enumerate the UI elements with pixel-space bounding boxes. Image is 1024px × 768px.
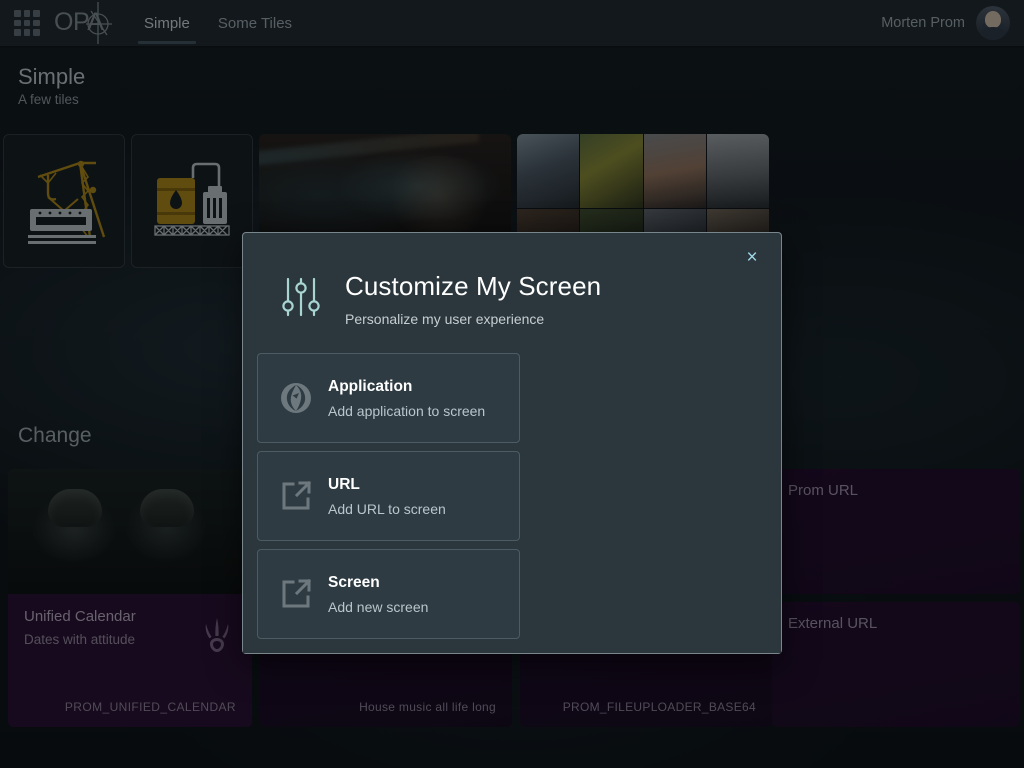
rebel-emblem-icon (280, 382, 312, 414)
option-url[interactable]: URL Add URL to screen (257, 451, 520, 541)
customize-screen-modal: × Customize My Screen (242, 232, 782, 654)
option-text: URL Add URL to screen (328, 476, 446, 517)
sliders-icon (281, 275, 321, 319)
external-link-icon (280, 480, 312, 512)
close-icon[interactable]: × (739, 244, 765, 270)
option-text: Screen Add new screen (328, 574, 428, 615)
option-title: URL (328, 476, 446, 494)
option-icon-wrap (274, 578, 318, 610)
option-title: Application (328, 378, 485, 396)
option-icon-wrap (274, 480, 318, 512)
modal-subtitle: Personalize my user experience (345, 311, 601, 327)
app-root: Simple A few tiles (0, 0, 1024, 768)
option-title: Screen (328, 574, 428, 592)
modal-header-text: Customize My Screen Personalize my user … (345, 271, 601, 327)
option-icon-wrap (274, 382, 318, 414)
option-application[interactable]: Application Add application to screen (257, 353, 520, 443)
external-link-icon (280, 578, 312, 610)
option-text: Application Add application to screen (328, 378, 485, 419)
modal-icon-wrap (281, 271, 325, 319)
option-description: Add application to screen (328, 403, 485, 419)
modal-options: Application Add application to screen (243, 353, 781, 653)
option-description: Add new screen (328, 599, 428, 615)
option-screen[interactable]: Screen Add new screen (257, 549, 520, 639)
modal-header: Customize My Screen Personalize my user … (243, 233, 781, 353)
option-description: Add URL to screen (328, 501, 446, 517)
modal-title: Customize My Screen (345, 271, 601, 302)
